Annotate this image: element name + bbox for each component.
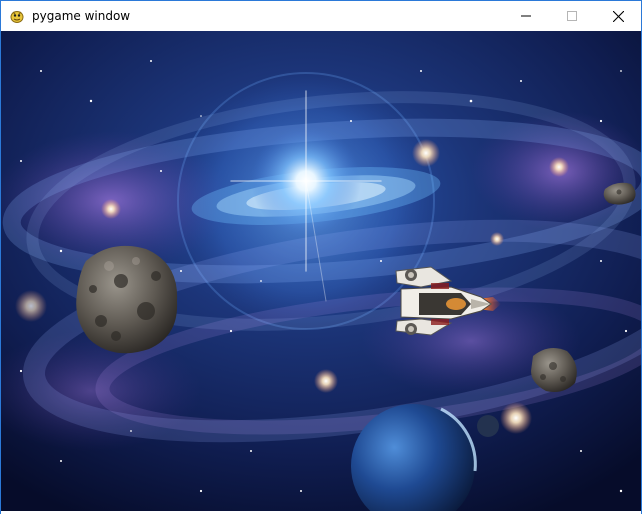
large-asteroid [76, 245, 178, 354]
galaxy-space-background [1, 31, 641, 511]
window-title: pygame window [32, 9, 131, 23]
maximize-icon [567, 11, 577, 21]
minimize-button[interactable] [503, 1, 549, 31]
pygame-snake-icon [10, 11, 24, 23]
small-asteroid [531, 347, 577, 392]
title-bar[interactable]: pygame window [1, 1, 641, 31]
window-controls [503, 1, 641, 31]
game-canvas[interactable] [1, 31, 641, 511]
pygame-window: pygame window [0, 0, 642, 514]
close-icon [612, 10, 624, 22]
maximize-button[interactable] [549, 1, 595, 31]
close-button[interactable] [595, 1, 641, 31]
minimize-icon [521, 15, 531, 17]
